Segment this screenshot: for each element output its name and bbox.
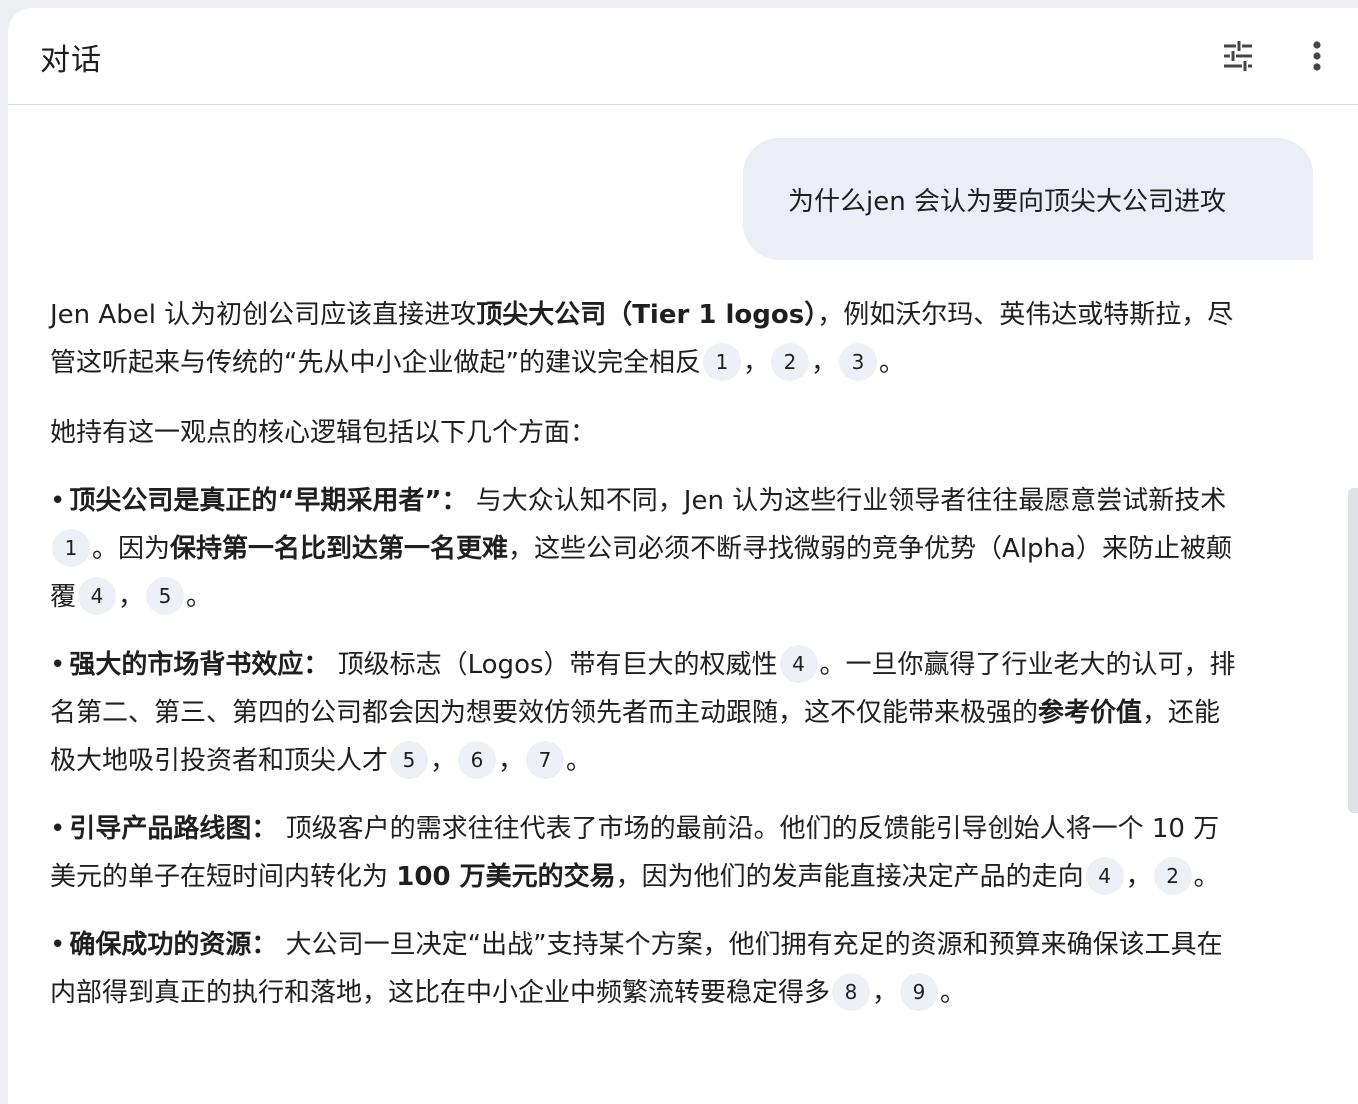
page-title: 对话 [40, 43, 102, 78]
more-button[interactable] [1293, 32, 1341, 80]
bullet-text: ，因为他们的发声能直接决定产品的走向 [615, 862, 1084, 892]
bullet-item: • 强大的市场背书效应： 顶级标志（Logos）带有巨大的权威性 4 。一旦你赢得了行… [50, 641, 1245, 785]
citation-chip[interactable]: 2 [770, 342, 809, 381]
scrollbar-thumb[interactable] [1348, 488, 1358, 813]
citation-chip[interactable]: 4 [78, 576, 117, 615]
tune-icon [1224, 41, 1252, 71]
sentence-end: 。 [186, 582, 213, 612]
citation-chip[interactable]: 1 [702, 342, 741, 381]
sentence-end: 。 [878, 348, 905, 378]
bullet-bold: 100 万美元的交易 [396, 862, 616, 892]
citation-chip[interactable]: 5 [146, 576, 185, 615]
citation-chip[interactable]: 8 [832, 972, 871, 1011]
assistant-response: Jen Abel 认为初创公司应该直接进攻顶尖大公司（Tier 1 logos）… [50, 291, 1245, 1037]
panel-header: 对话 [8, 8, 1358, 105]
bullet-dot: • [50, 814, 66, 844]
citation-chip[interactable]: 5 [390, 740, 429, 779]
sentence-end: 。 [940, 978, 967, 1008]
citation-chip[interactable]: 4 [1085, 856, 1124, 895]
bullet-title: 顶尖公司是真正的“早期采用者”： [69, 486, 468, 516]
response-subheading: 她持有这一观点的核心逻辑包括以下几个方面： [50, 418, 597, 448]
tune-button[interactable] [1214, 32, 1262, 80]
bullet-dot: • [50, 650, 66, 680]
bullet-text: 。因为 [92, 534, 171, 564]
user-message-text: 为什么jen 会认为要向顶尖大公司进攻 [788, 186, 1226, 217]
citation-chip[interactable]: 3 [838, 342, 877, 381]
more-vert-icon [1313, 41, 1321, 71]
bullet-dot: • [50, 486, 66, 516]
citation-chip[interactable]: 6 [458, 740, 497, 779]
citation-chip[interactable]: 4 [779, 644, 818, 683]
bullet-bold: 保持第一名比到达第一名更难 [170, 534, 509, 564]
citation-chip[interactable]: 9 [900, 972, 939, 1011]
bullet-title: 引导产品路线图： [69, 814, 278, 844]
bullet-item: • 确保成功的资源： 大公司一旦决定“出战”支持某个方案，他们拥有充足的资源和预算… [50, 921, 1245, 1017]
bullet-text: 与大众认知不同，Jen 认为这些行业领导者往往最愿意尝试新技术 [467, 486, 1227, 516]
response-intro: Jen Abel 认为初创公司应该直接进攻顶尖大公司（Tier 1 logos）… [50, 291, 1245, 387]
bullet-item: • 引导产品路线图： 顶级客户的需求往往代表了市场的最前沿。他们的反馈能引导创始人… [50, 805, 1245, 901]
intro-text: Jen Abel 认为初创公司应该直接进攻 [50, 300, 477, 330]
sentence-end: 。 [566, 746, 593, 776]
bullet-dot: • [50, 930, 66, 960]
citation-chip[interactable]: 7 [526, 740, 565, 779]
bullet-text: 顶级标志（Logos）带有巨大的权威性 [329, 650, 778, 680]
sentence-end: 。 [1193, 862, 1220, 892]
bullet-title: 确保成功的资源： [69, 930, 278, 960]
citation-chip[interactable]: 1 [52, 528, 90, 567]
bullet-title: 强大的市场背书效应： [69, 650, 330, 680]
bullet-bold: 参考价值 [1038, 698, 1143, 728]
citation-chip[interactable]: 2 [1153, 856, 1192, 895]
conversation-panel: 对话 为什么jen 会认为要向顶尖大公司进攻 Jen Abel 认为初创公司应该… [8, 8, 1358, 1104]
bullet-item: • 顶尖公司是真正的“早期采用者”： 与大众认知不同，Jen 认为这些行业领导者往… [50, 477, 1245, 621]
user-message-bubble: 为什么jen 会认为要向顶尖大公司进攻 [743, 138, 1313, 260]
intro-bold: 顶尖大公司（Tier 1 logos） [476, 300, 818, 330]
